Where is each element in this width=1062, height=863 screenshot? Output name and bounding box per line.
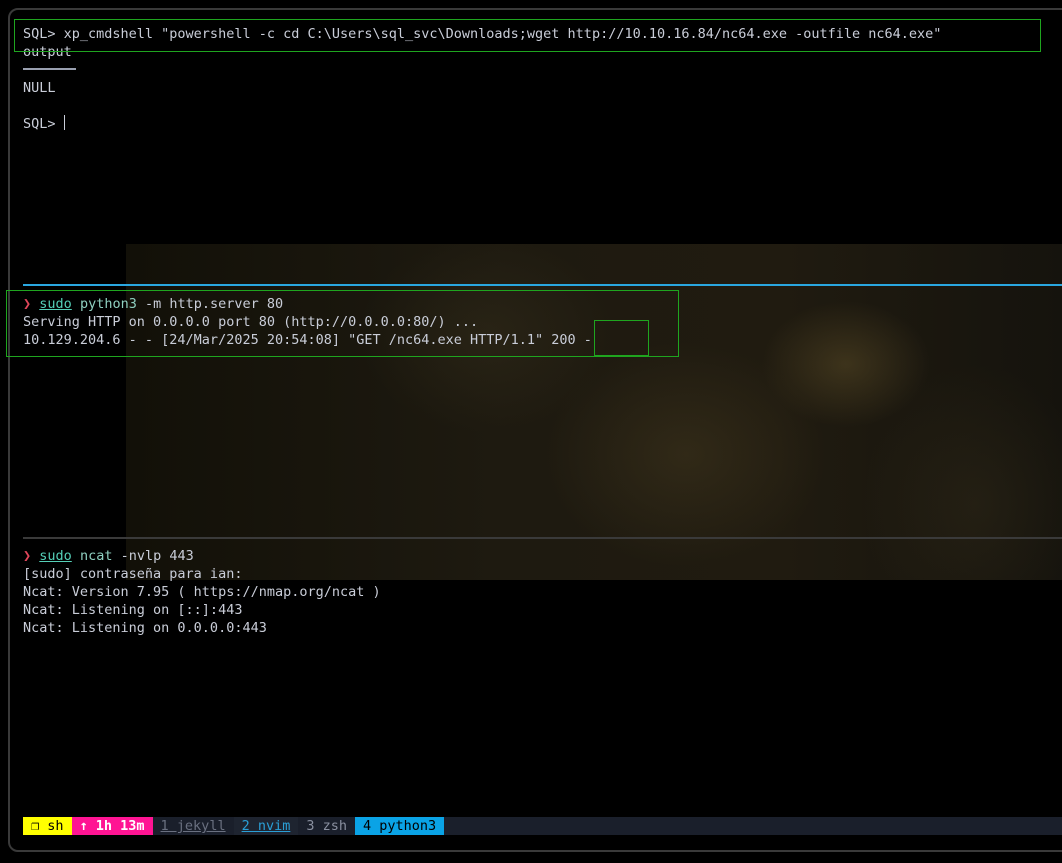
active-pane-separator: [23, 284, 1062, 286]
uptime-indicator: ↑ 1h 13m: [71, 817, 153, 835]
sudo-keyword: sudo: [39, 548, 72, 564]
tmux-status-bar: ❐ sh ↑ 1h 13m 1 jekyll 2 nvim 3 zsh 4 py…: [23, 817, 1062, 835]
session-name[interactable]: ❐ sh: [23, 817, 72, 835]
sudo-password-prompt: [sudo] contraseña para ian:: [23, 566, 243, 582]
sql-prompt-text: SQL>: [23, 116, 64, 132]
ncat-command-line[interactable]: ❯ sudo ncat -nvlp 443: [23, 547, 194, 565]
highlight-box-sql-command: [14, 19, 1041, 52]
window-tab-nvim[interactable]: 2 nvim: [233, 817, 299, 835]
sql-prompt[interactable]: SQL>: [23, 115, 65, 133]
pane-separator: [23, 537, 1062, 539]
command-binary: ncat: [79, 548, 113, 564]
column-header-underline: [23, 68, 76, 70]
command-args: -nvlp 443: [112, 548, 194, 564]
window-tab-python3[interactable]: 4 python3: [355, 817, 445, 835]
window-tab-jekyll[interactable]: 1 jekyll: [153, 817, 234, 835]
ncat-version: Ncat: Version 7.95 ( https://nmap.org/nc…: [23, 584, 381, 600]
sql-result: NULL: [23, 80, 56, 96]
ncat-listening-ipv6: Ncat: Listening on [::]:443: [23, 602, 243, 618]
highlight-box-status-200: [594, 320, 649, 356]
highlight-box-http-server: [6, 290, 679, 357]
ncat-listening-ipv4: Ncat: Listening on 0.0.0.0:443: [23, 620, 267, 636]
window-tab-zsh[interactable]: 3 zsh: [298, 817, 355, 835]
prompt-arrow-icon: ❯: [23, 548, 32, 564]
text-cursor: [63, 115, 65, 130]
